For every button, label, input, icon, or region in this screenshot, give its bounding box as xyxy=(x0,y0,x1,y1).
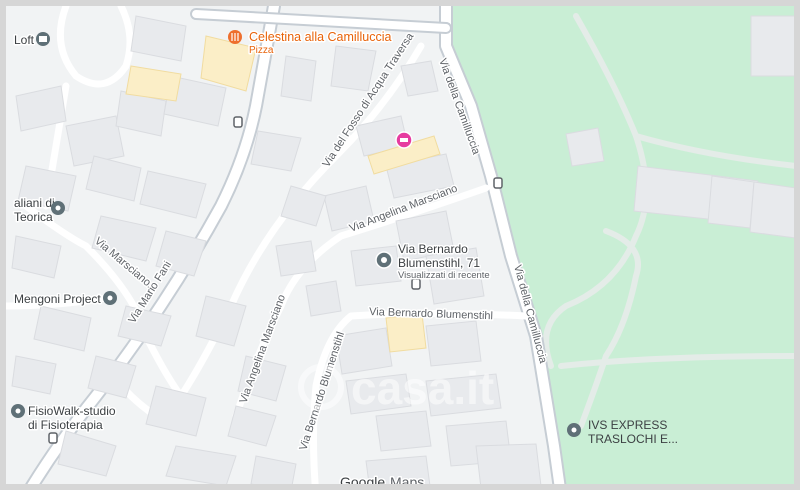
place-icon xyxy=(11,404,25,418)
mengoni-name: Mengoni Project xyxy=(14,292,101,306)
fisiowalk-line2: di Fisioterapia xyxy=(28,418,103,432)
selected-place-line2: Blumenstihl, 71 xyxy=(398,256,480,270)
map-canvas[interactable]: Via Mario Fani Via del Fosso di Acqua Tr… xyxy=(6,6,800,490)
google-maps-attribution: Google Maps xyxy=(339,473,426,490)
hotel-icon xyxy=(395,131,413,149)
teorica-line1: aliani di xyxy=(14,196,55,210)
restaurant-name: Celestina alla Camilluccia xyxy=(249,30,391,44)
bus-stop-icon xyxy=(233,116,243,128)
restaurant-category: Pizza xyxy=(249,45,274,56)
bus-stop-icon xyxy=(48,432,58,444)
attribution-google: Google xyxy=(340,474,385,490)
loft-poi[interactable]: Loft xyxy=(13,32,50,49)
map-frame: Via Mario Fani Via del Fosso di Acqua Tr… xyxy=(0,0,800,490)
shop-icon xyxy=(36,32,50,46)
teorica-line2: Teorica xyxy=(14,210,53,224)
selected-place-line1: Via Bernardo xyxy=(398,242,468,256)
ivs-line1: IVS EXPRESS xyxy=(588,418,667,432)
loft-name: Loft xyxy=(14,33,35,47)
bus-stop-icon xyxy=(493,177,503,189)
attribution-maps: Maps xyxy=(390,474,424,490)
selected-place-note: Visualizzati di recente xyxy=(398,270,490,281)
fisiowalk-line1: FisioWalk-studio xyxy=(28,404,116,418)
place-icon xyxy=(567,423,581,437)
ivs-line2: TRASLOCHI E... xyxy=(588,432,678,446)
place-pin-icon xyxy=(375,251,393,269)
watermark-text: casa.it xyxy=(351,362,494,414)
hotel-marker[interactable] xyxy=(395,131,413,149)
place-icon xyxy=(103,291,117,305)
place-icon xyxy=(51,201,65,215)
